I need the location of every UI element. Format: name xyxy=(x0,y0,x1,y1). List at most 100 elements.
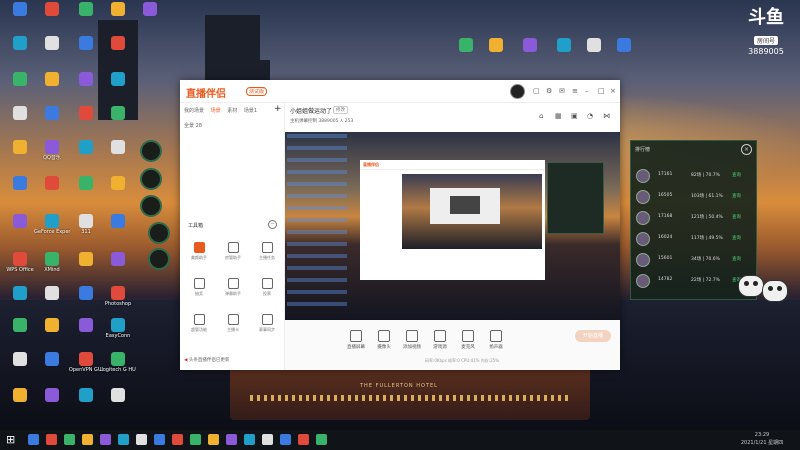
tool-button[interactable]: 投票 xyxy=(254,278,280,297)
rank-query-link[interactable]: 查询 xyxy=(732,256,741,262)
taskbar-app-icon[interactable] xyxy=(262,434,273,445)
desktop-icon[interactable] xyxy=(68,388,104,418)
edit-title-button[interactable]: 修改 xyxy=(333,106,348,114)
tool-button[interactable]: 美颜助手 xyxy=(186,242,212,261)
desktop-icon[interactable]: Photoshop xyxy=(100,286,136,316)
go-live-button[interactable]: 开始直播 xyxy=(575,330,611,342)
desktop-icon[interactable] xyxy=(34,36,70,66)
taskbar-app-icon[interactable] xyxy=(28,434,39,445)
desktop-icon[interactable] xyxy=(34,318,70,348)
desktop-icon[interactable] xyxy=(2,388,38,418)
add-scene-button[interactable]: + xyxy=(274,104,282,114)
tool-button[interactable]: 主播任务 xyxy=(254,242,280,261)
desktop-icon[interactable] xyxy=(100,388,136,418)
rank-query-link[interactable]: 查询 xyxy=(732,193,741,199)
desktop-icon[interactable] xyxy=(100,140,136,170)
rank-query-link[interactable]: 查询 xyxy=(732,214,741,220)
desktop-icon[interactable]: EasyConn xyxy=(100,318,136,348)
rank-query-link[interactable]: 查询 xyxy=(732,235,741,241)
desktop-icon[interactable] xyxy=(2,36,38,66)
tab-my-scenes[interactable]: 我的场景 xyxy=(184,108,204,114)
desktop-icon[interactable] xyxy=(68,140,104,170)
desktop-icon[interactable]: Logitech G HUB xyxy=(100,352,136,382)
rank-close-icon[interactable]: × xyxy=(741,144,752,155)
taskbar-app-icon[interactable] xyxy=(172,434,183,445)
tab-scenes[interactable]: 场景 xyxy=(211,108,221,114)
taskbar-app-icon[interactable] xyxy=(226,434,237,445)
desktop-icon[interactable] xyxy=(100,252,136,282)
close-icon[interactable]: × xyxy=(610,87,616,95)
tab-scene1[interactable]: 场景1 xyxy=(244,108,257,114)
share-icon[interactable]: ⋈ xyxy=(603,112,610,120)
desktop-icon[interactable] xyxy=(606,38,642,68)
desktop-icon[interactable] xyxy=(512,38,548,68)
rank-query-link[interactable]: 查询 xyxy=(732,172,741,178)
desktop-icon[interactable] xyxy=(2,2,38,32)
desktop-icon[interactable] xyxy=(34,2,70,32)
windows-start-icon[interactable]: ⊞ xyxy=(6,434,17,445)
control-button[interactable]: 麦克风 xyxy=(455,330,481,350)
taskbar-app-icon[interactable] xyxy=(136,434,147,445)
maximize-icon[interactable]: □ xyxy=(598,87,605,95)
stream-preview[interactable]: 直播伴侣 xyxy=(285,132,620,320)
desktop-icon[interactable] xyxy=(478,38,514,68)
grid-icon[interactable]: ▦ xyxy=(555,112,562,120)
desktop-icon[interactable]: GeForce Experience xyxy=(34,214,70,244)
desktop-icon[interactable] xyxy=(2,286,38,316)
user-avatar[interactable] xyxy=(510,84,525,99)
taskbar-app-icon[interactable] xyxy=(208,434,219,445)
overlay-avatar-icon[interactable] xyxy=(140,168,162,190)
taskbar-app-icon[interactable] xyxy=(316,434,327,445)
overlay-avatar-icon[interactable] xyxy=(148,248,170,270)
desktop-icon[interactable]: 311 xyxy=(68,214,104,244)
overlay-avatar-icon[interactable] xyxy=(148,222,170,244)
desktop-icon[interactable] xyxy=(68,106,104,136)
desktop-icon[interactable] xyxy=(100,36,136,66)
menu-icon[interactable]: ≡ xyxy=(572,87,578,95)
taskbar-app-icon[interactable] xyxy=(244,434,255,445)
desktop-icon[interactable] xyxy=(2,214,38,244)
desktop-icon[interactable] xyxy=(68,36,104,66)
toolbox-close-icon[interactable]: − xyxy=(268,220,277,229)
desktop-icon[interactable]: OpenVPN GUI xyxy=(68,352,104,382)
desktop-icon[interactable] xyxy=(2,176,38,206)
rank-row[interactable]: 16024 117场 | 49.5% 查询 xyxy=(636,230,751,246)
desktop-icon[interactable] xyxy=(2,72,38,102)
desktop-icon[interactable] xyxy=(100,214,136,244)
tool-button[interactable]: 房管助手 xyxy=(220,242,246,261)
overlay-avatar-icon[interactable] xyxy=(140,195,162,217)
rank-row[interactable]: 14782 22场 | 72.7% 查询 xyxy=(636,272,751,288)
rank-row[interactable]: 15601 34场 | 70.6% 查询 xyxy=(636,251,751,267)
tool-button[interactable]: 抽奖 xyxy=(186,278,212,297)
taskbar-app-icon[interactable] xyxy=(190,434,201,445)
desktop-icon[interactable] xyxy=(2,318,38,348)
desktop-icon[interactable] xyxy=(68,318,104,348)
update-notice[interactable]: ◀ 头条直播伴侣已更新 xyxy=(184,357,229,363)
monitor-icon[interactable]: ▢ xyxy=(533,87,540,95)
save-icon[interactable]: ▣ xyxy=(571,112,578,120)
desktop-icon[interactable]: WPS Office xyxy=(2,252,38,282)
desktop-icon[interactable] xyxy=(100,106,136,136)
control-button[interactable]: 添加视频 xyxy=(399,330,425,350)
desktop-icon[interactable]: XMind xyxy=(34,252,70,282)
desktop-icon[interactable] xyxy=(68,176,104,206)
rank-row[interactable]: 17168 121场 | 50.4% 查询 xyxy=(636,209,751,225)
desktop-icon[interactable] xyxy=(68,286,104,316)
desktop-icon[interactable] xyxy=(100,2,136,32)
tool-button[interactable]: 主播卡 xyxy=(220,314,246,333)
desktop-icon[interactable] xyxy=(100,176,136,206)
scene-source-row[interactable]: 全景 28 xyxy=(184,122,202,129)
taskbar-app-icon[interactable] xyxy=(64,434,75,445)
desktop-icon[interactable] xyxy=(68,2,104,32)
control-button[interactable]: 直播屏幕 xyxy=(343,330,369,350)
control-button[interactable]: 摄像头 xyxy=(371,330,397,350)
desktop-icon[interactable] xyxy=(100,72,136,102)
desktop-icon[interactable] xyxy=(68,72,104,102)
tool-button[interactable]: 超管功能 xyxy=(186,314,212,333)
taskbar-app-icon[interactable] xyxy=(82,434,93,445)
desktop-icon[interactable] xyxy=(34,176,70,206)
settings-icon[interactable]: ⚙ xyxy=(546,87,552,95)
desktop-icon[interactable] xyxy=(34,72,70,102)
tab-materials[interactable]: 素材 xyxy=(227,108,237,114)
lock-icon[interactable]: ⌂ xyxy=(539,112,543,120)
